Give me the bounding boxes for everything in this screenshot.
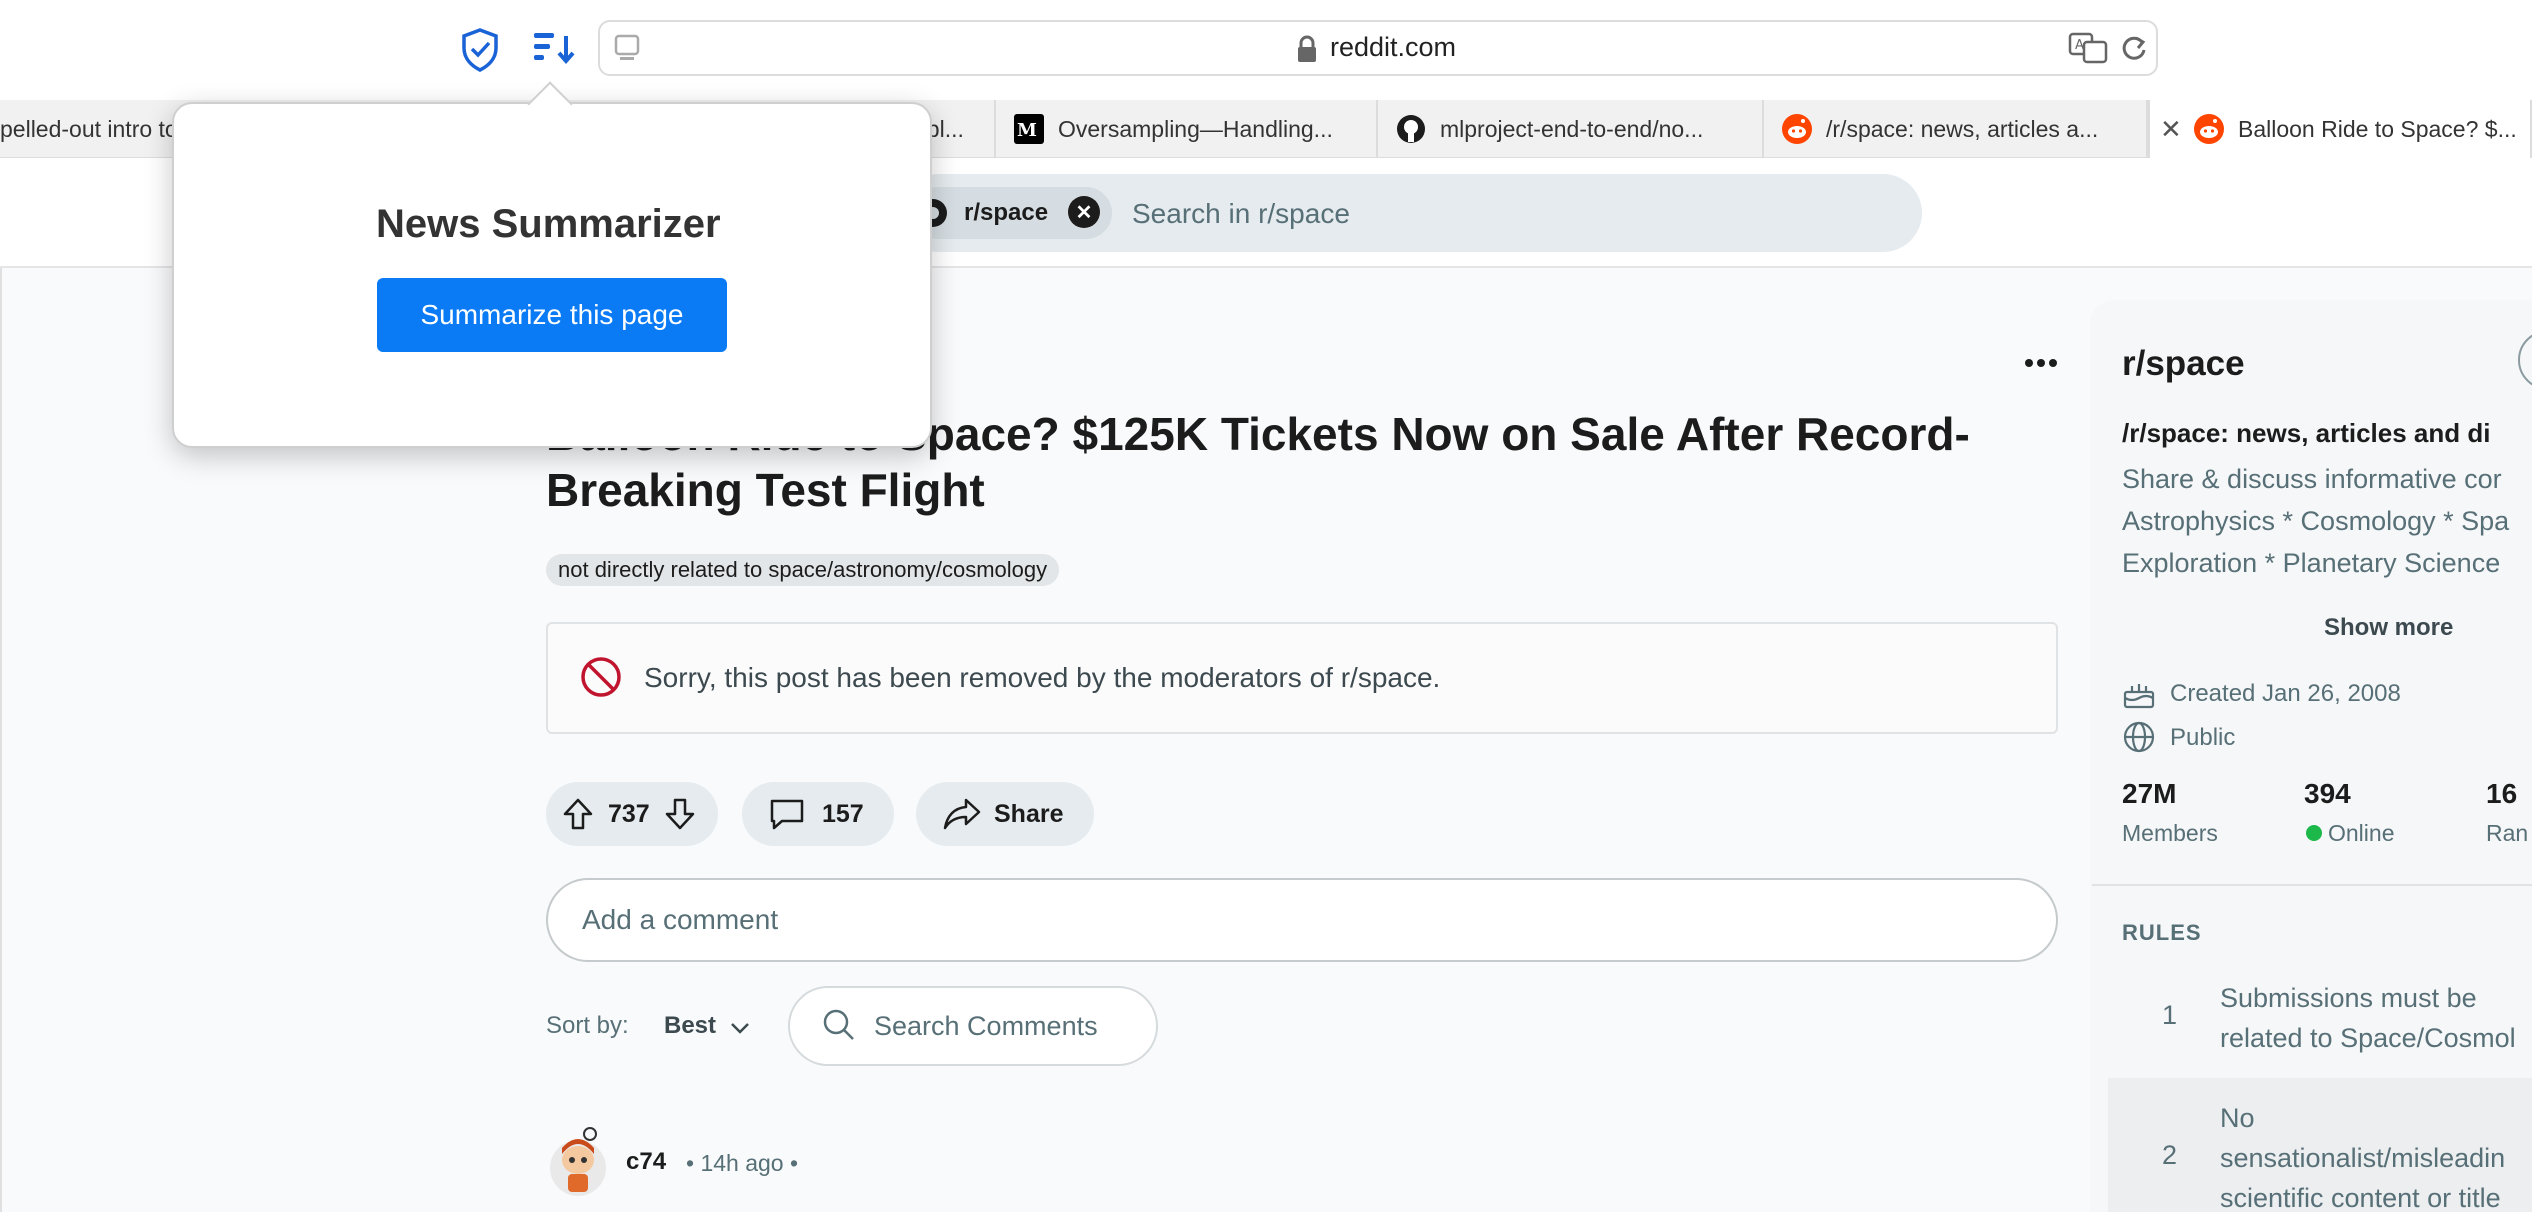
rule-text: No sensationalist/misleadin scientific c… [2220, 1098, 2505, 1212]
downvote-icon[interactable] [664, 797, 696, 831]
comment-meta: • 14h ago • [686, 1150, 799, 1176]
rules-heading: RULES [2122, 920, 2202, 945]
close-tab-icon[interactable]: ✕ [2160, 114, 2182, 145]
avatar[interactable] [546, 1124, 610, 1196]
svg-text:M: M [1017, 120, 1037, 141]
globe-icon [2122, 720, 2156, 754]
share-label: Share [994, 799, 1064, 828]
medium-icon: M [1014, 114, 1044, 144]
rule-item[interactable]: 2 No sensationalist/misleadin scientific… [2108, 1078, 2532, 1212]
search-input[interactable]: Search in r/space [1132, 198, 1350, 230]
tab-rspace[interactable]: /r/space: news, articles a... [1764, 100, 2148, 158]
stat-online-label: Online [2328, 820, 2395, 846]
tab-label: pelled-out intro to [0, 115, 178, 142]
rule-line: No [2220, 1103, 2255, 1133]
stat-rank-label: Ran [2486, 820, 2529, 846]
description-line: Astrophysics * Cosmology * Spa [2122, 506, 2510, 536]
chip-label: r/space [964, 199, 1049, 226]
sidebar-visibility: Public [2170, 724, 2236, 751]
svg-text:A: A [2075, 38, 2084, 53]
stat-members-label: Members [2122, 820, 2218, 846]
sort-dropdown[interactable]: Best [664, 1012, 750, 1041]
share-icon [942, 796, 982, 832]
vote-bar: 737 [546, 782, 718, 846]
sidebar-community-name[interactable]: r/space [2122, 344, 2245, 384]
tab-balloon-active[interactable]: ✕ Balloon Ride to Space? $... [2148, 100, 2532, 158]
remove-chip-icon[interactable]: ✕ [1068, 196, 1100, 228]
sidebar-divider [2092, 884, 2532, 886]
left-divider [0, 268, 2, 1212]
news-summarizer-popup [172, 102, 932, 448]
reddit-icon [1782, 114, 1812, 144]
search-icon [822, 1008, 856, 1042]
comment-count: 157 [822, 799, 864, 828]
online-dot-icon [2306, 825, 2322, 841]
post-flair[interactable]: not directly related to space/astronomy/… [546, 554, 1060, 586]
rule-line: related to Space/Cosmol [2220, 1023, 2516, 1053]
summarizer-extension-icon[interactable] [532, 30, 576, 70]
stat-members-value: 27M [2122, 778, 2177, 809]
comments-button[interactable]: 157 [742, 782, 894, 846]
sidebar-description: Share & discuss informative cor Astrophy… [2122, 458, 2532, 584]
summarize-button[interactable]: Summarize this page [377, 278, 727, 352]
description-line: Share & discuss informative cor [2122, 464, 2502, 494]
description-line: Exploration * Planetary Science [2122, 548, 2501, 578]
chevron-down-icon [730, 1013, 750, 1041]
stat-online-value: 394 [2304, 778, 2351, 809]
rule-line: Submissions must be [2220, 983, 2477, 1013]
url-text[interactable]: reddit.com [1330, 32, 1456, 63]
translate-icon[interactable]: A [2068, 32, 2108, 64]
add-comment-input[interactable]: Add a comment [546, 878, 2058, 962]
comment-author[interactable]: c74 [626, 1148, 666, 1176]
reader-view-icon[interactable] [614, 34, 640, 64]
vote-count: 737 [608, 799, 650, 828]
lock-icon [1296, 34, 1318, 64]
cake-icon [2122, 678, 2156, 710]
tab-github[interactable]: mlproject-end-to-end/no... [1378, 100, 1764, 158]
github-icon [1396, 114, 1426, 144]
removed-ban-icon [580, 656, 622, 698]
share-button[interactable]: Share [916, 782, 1094, 846]
search-comments-placeholder: Search Comments [874, 1010, 1098, 1041]
rule-item[interactable]: 1 Submissions must be related to Space/C… [2108, 964, 2532, 1074]
privacy-shield-icon[interactable] [460, 28, 500, 72]
tab-label: mlproject-end-to-end/no... [1440, 115, 1704, 142]
rule-text: Submissions must be related to Space/Cos… [2220, 978, 2516, 1058]
post-options-icon[interactable] [2024, 356, 2058, 370]
tab-oversampling[interactable]: M Oversampling—Handling... [996, 100, 1378, 158]
sidebar-subtitle: /r/space: news, articles and di [2122, 418, 2491, 448]
comment-icon [768, 795, 806, 833]
removed-notice-text: Sorry, this post has been removed by the… [644, 662, 1441, 693]
popup-title: News Summarizer [376, 202, 721, 246]
sort-label: Sort by: [546, 1012, 629, 1039]
rule-line: sensationalist/misleadin [2220, 1143, 2506, 1173]
tab-label: Balloon Ride to Space? $... [2238, 115, 2517, 142]
stat-rank-value: 16 [2486, 778, 2518, 809]
tab-label: Oversampling—Handling... [1058, 115, 1333, 142]
tab-label: /r/space: news, articles a... [1826, 115, 2099, 142]
sidebar-created: Created Jan 26, 2008 [2170, 680, 2401, 707]
reload-icon[interactable] [2118, 32, 2148, 64]
rule-number: 2 [2162, 1140, 2178, 1170]
show-more-button[interactable]: Show more [2324, 614, 2453, 642]
rule-line: scientific content or title [2220, 1183, 2501, 1212]
reddit-icon [2194, 114, 2224, 144]
comment-placeholder: Add a comment [582, 904, 779, 935]
rule-number: 1 [2162, 1000, 2178, 1030]
sort-value: Best [664, 1012, 717, 1039]
upvote-icon[interactable] [562, 797, 594, 831]
